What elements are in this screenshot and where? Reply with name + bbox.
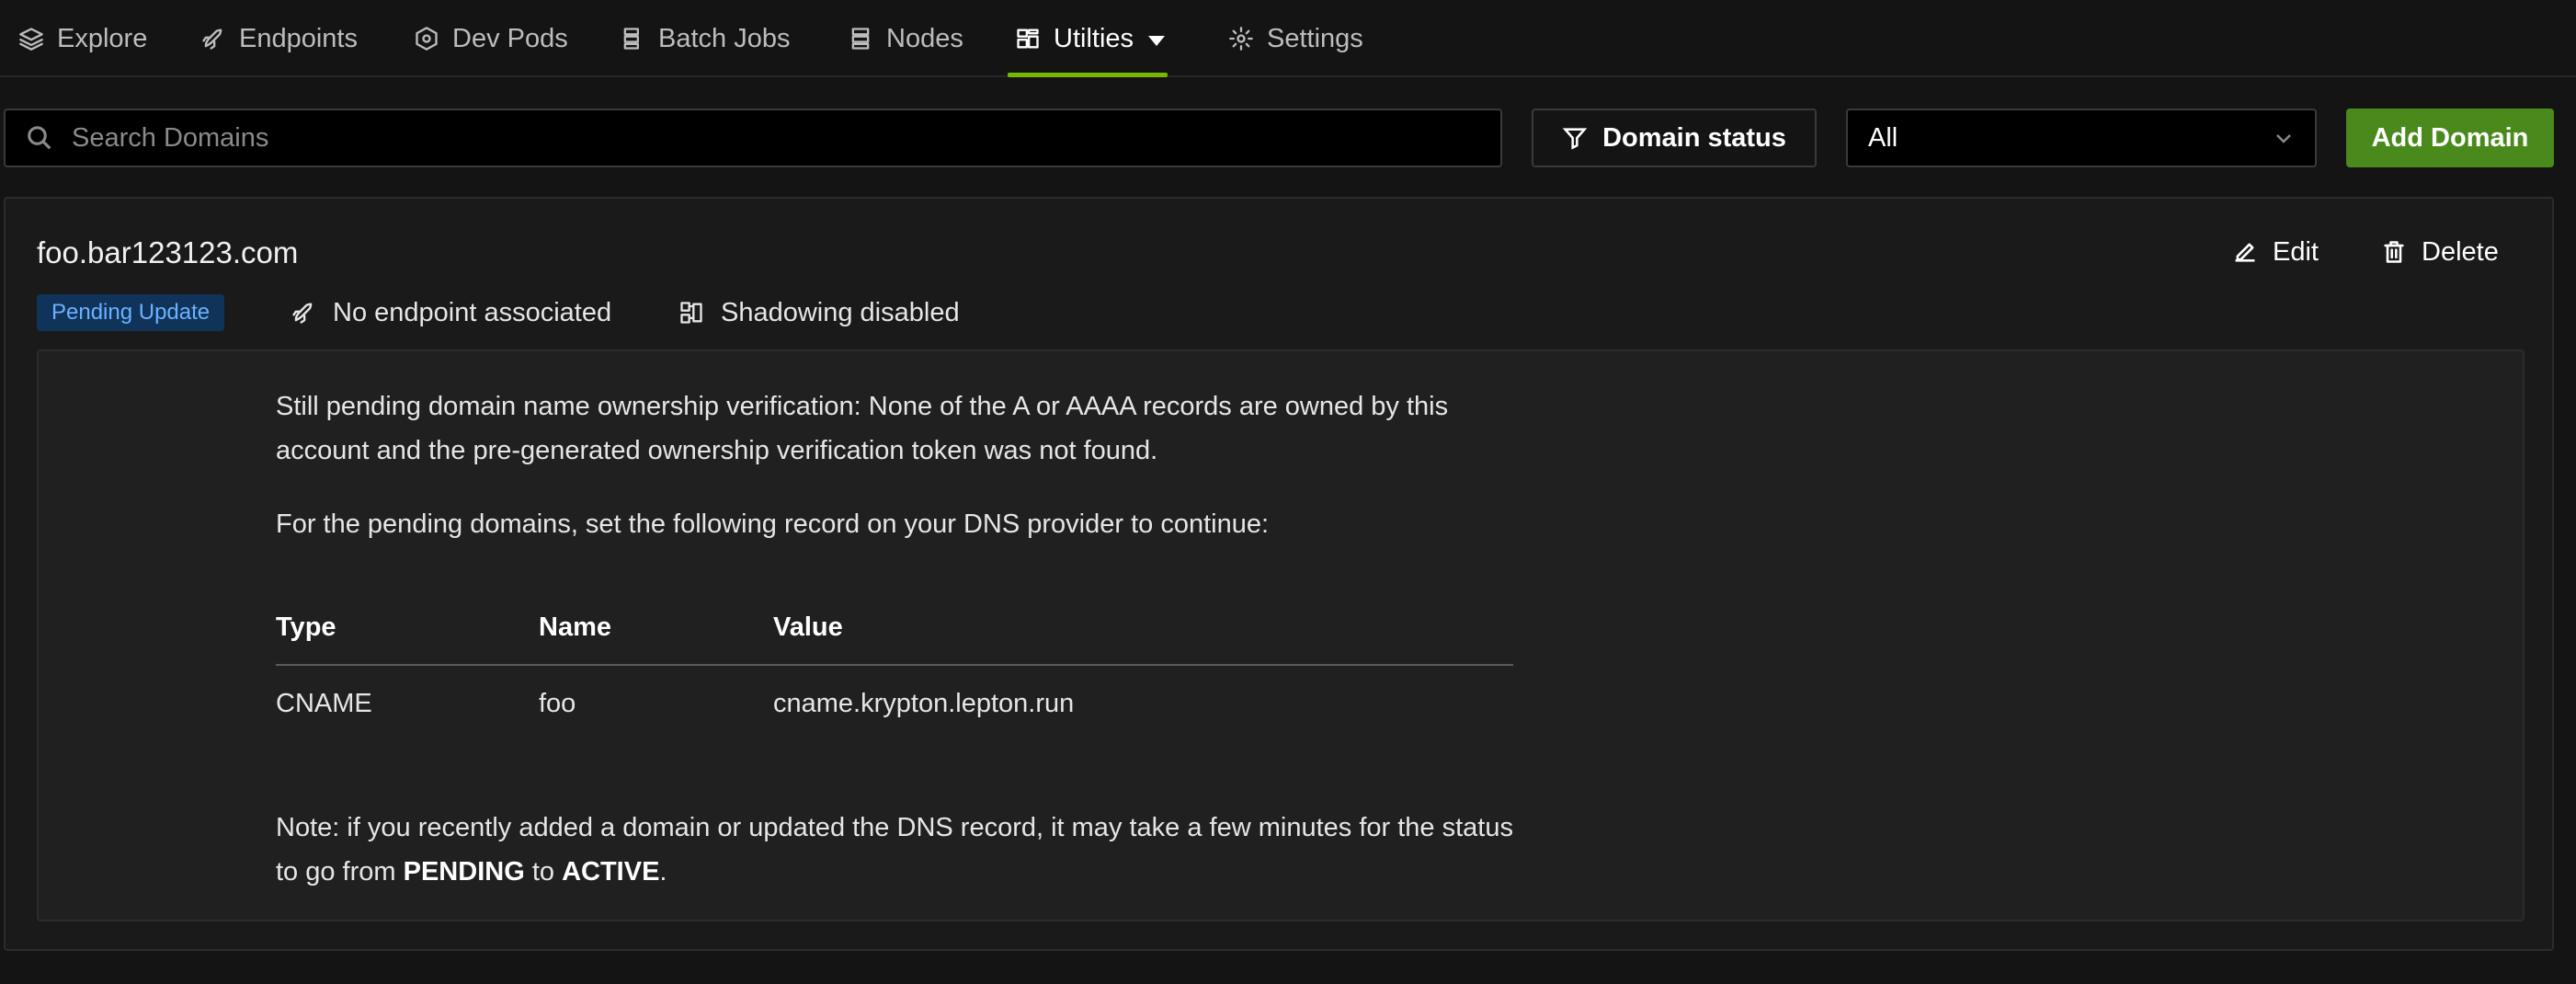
chevron-down-icon xyxy=(2276,134,2291,143)
endpoint-info: No endpoint associated xyxy=(291,292,611,333)
rocket-icon xyxy=(292,303,313,324)
nav-item-settings[interactable]: Settings xyxy=(1228,0,1363,77)
hexagon-icon xyxy=(416,27,438,51)
domain-status-label: Domain status xyxy=(1602,122,1786,153)
nav-item-label: Batch Jobs xyxy=(658,23,791,53)
dns-note: Note: if you recently added a domain or … xyxy=(276,806,1526,894)
column-header-type: Type xyxy=(276,590,539,666)
status-pending-text: PENDING xyxy=(403,857,525,887)
record-value: cname.krypton.lepton.run xyxy=(773,688,1075,718)
search-box xyxy=(4,109,1502,167)
nav-item-label: Settings xyxy=(1267,23,1363,53)
shadowing-info: Shadowing disabled xyxy=(678,292,960,333)
dns-instruction: For the pending domains, set the followi… xyxy=(276,509,1270,539)
record-type: CNAME xyxy=(276,688,372,718)
table-row: CNAME foo cname.krypton.lepton.run xyxy=(276,665,1513,741)
note-suffix: . xyxy=(659,857,667,887)
nav-item-label: Endpoints xyxy=(239,23,358,53)
endpoint-text: No endpoint associated xyxy=(333,297,612,327)
nav-item-utilities[interactable]: Utilties xyxy=(1015,0,1166,77)
pencil-icon xyxy=(2235,243,2255,262)
gear-icon xyxy=(1229,27,1253,51)
nav-item-label: Nodes xyxy=(886,23,963,53)
domain-name: foo.bar123123.com xyxy=(37,235,299,269)
nav-item-label: Utilties xyxy=(1054,23,1134,53)
edit-button[interactable]: Edit xyxy=(2232,232,2319,272)
add-domain-button[interactable]: Add Domain xyxy=(2346,109,2554,167)
list-stack-icon xyxy=(623,28,639,50)
column-header-name: Name xyxy=(539,590,773,666)
grid-icon xyxy=(1017,29,1039,49)
nav-item-batch-jobs[interactable]: Batch Jobs xyxy=(620,0,790,77)
nav-item-nodes[interactable]: Nodes xyxy=(848,0,963,77)
top-nav: Explore Endpoints Dev Pods Batch Jobs No… xyxy=(0,0,2576,77)
column-header-value: Value xyxy=(773,590,1513,666)
nav-item-label: Dev Pods xyxy=(452,23,568,53)
nav-item-dev-pods[interactable]: Dev Pods xyxy=(414,0,568,77)
status-select[interactable]: All xyxy=(1846,109,2317,167)
rocket-icon xyxy=(202,29,222,50)
table-header-row: Type Name Value xyxy=(276,590,1513,666)
search-icon xyxy=(28,126,51,150)
verification-panel: Still pending domain name ownership veri… xyxy=(37,349,2525,921)
layers-icon xyxy=(19,28,43,51)
active-tab-indicator xyxy=(1008,73,1168,77)
status-badge: Pending Update xyxy=(37,294,225,331)
server-icon xyxy=(851,28,870,50)
status-active-text: ACTIVE xyxy=(562,857,660,887)
shadowing-icon xyxy=(680,302,702,324)
nav-item-label: Explore xyxy=(57,23,148,53)
delete-label: Delete xyxy=(2422,236,2499,267)
delete-button[interactable]: Delete xyxy=(2381,232,2499,272)
edit-label: Edit xyxy=(2273,236,2319,267)
search-input[interactable] xyxy=(70,121,1453,154)
trash-icon xyxy=(2384,241,2404,263)
dns-record-table: Type Name Value CNAME foo cname.krypton.… xyxy=(276,590,1513,741)
record-name: foo xyxy=(539,688,576,718)
shadowing-text: Shadowing disabled xyxy=(721,297,960,327)
nav-item-endpoints[interactable]: Endpoints xyxy=(200,0,358,77)
caret-down-icon xyxy=(1148,35,1166,46)
nav-item-explore[interactable]: Explore xyxy=(18,0,147,77)
note-to-text: to xyxy=(524,857,563,887)
domain-card: foo.bar123123.com Edit Delete Pending Up… xyxy=(4,197,2554,951)
status-select-value: All xyxy=(1868,122,1898,153)
verification-message: Still pending domain name ownership veri… xyxy=(276,392,1449,465)
filter-icon xyxy=(1562,128,1588,150)
domain-status-filter-button[interactable]: Domain status xyxy=(1532,109,1817,167)
